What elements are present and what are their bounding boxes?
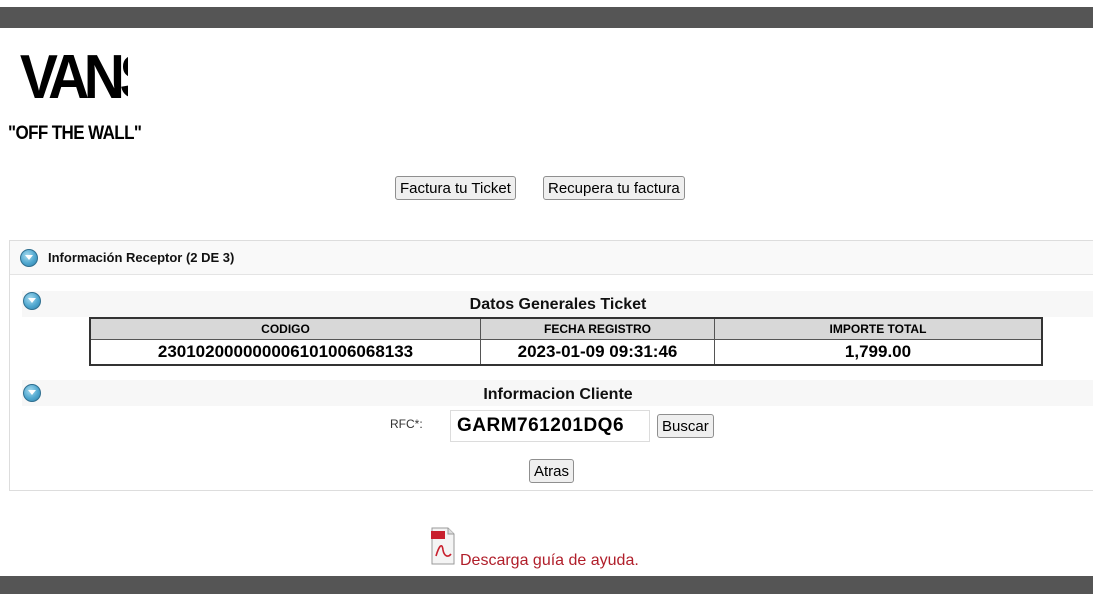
col-codigo: CODIGO: [89, 317, 481, 340]
vans-logo: VANS: [18, 42, 128, 102]
top-bar: [0, 7, 1093, 28]
svg-text:VANS: VANS: [20, 42, 128, 102]
rfc-label: RFC*:: [390, 417, 423, 431]
bottom-bar: [0, 576, 1093, 594]
recupera-tu-factura-button[interactable]: Recupera tu factura: [543, 176, 685, 200]
codigo-cell: 230102000000006101006068133: [89, 339, 481, 366]
collapse-toggle-icon[interactable]: [20, 249, 38, 267]
col-fecha-registro: FECHA REGISTRO: [480, 317, 715, 340]
descarga-guia-link[interactable]: Descarga guía de ayuda.: [430, 526, 690, 570]
ticket-table-header-row: CODIGO FECHA REGISTRO IMPORTE TOTAL: [89, 317, 1043, 340]
ticket-table: CODIGO FECHA REGISTRO IMPORTE TOTAL 2301…: [89, 317, 1043, 366]
atras-button[interactable]: Atras: [529, 459, 575, 483]
help-link-text: Descarga guía de ayuda.: [460, 552, 639, 569]
col-importe-total: IMPORTE TOTAL: [714, 317, 1043, 340]
informacion-cliente-title: Informacion Cliente: [483, 386, 633, 403]
vans-logo-icon: VANS: [20, 42, 128, 102]
pdf-icon: [430, 526, 456, 571]
panel-title: Información Receptor (2 DE 3): [48, 250, 235, 265]
informacion-receptor-panel: Información Receptor (2 DE 3) Datos Gene…: [9, 240, 1093, 491]
factura-tu-ticket-button[interactable]: Factura tu Ticket: [395, 176, 516, 200]
informacion-cliente-header: Informacion Cliente: [22, 380, 1093, 406]
importe-total-cell: 1,799.00: [714, 339, 1043, 366]
buscar-button[interactable]: Buscar: [657, 414, 714, 438]
datos-generales-header: Datos Generales Ticket: [22, 291, 1093, 317]
brand-tagline: "OFF THE WALL": [8, 122, 142, 144]
table-row: 230102000000006101006068133 2023-01-09 0…: [89, 339, 1043, 366]
rfc-input[interactable]: [450, 410, 650, 442]
panel-header[interactable]: Información Receptor (2 DE 3): [10, 241, 1093, 275]
fecha-registro-cell: 2023-01-09 09:31:46: [480, 339, 715, 366]
datos-generales-title: Datos Generales Ticket: [469, 296, 647, 313]
